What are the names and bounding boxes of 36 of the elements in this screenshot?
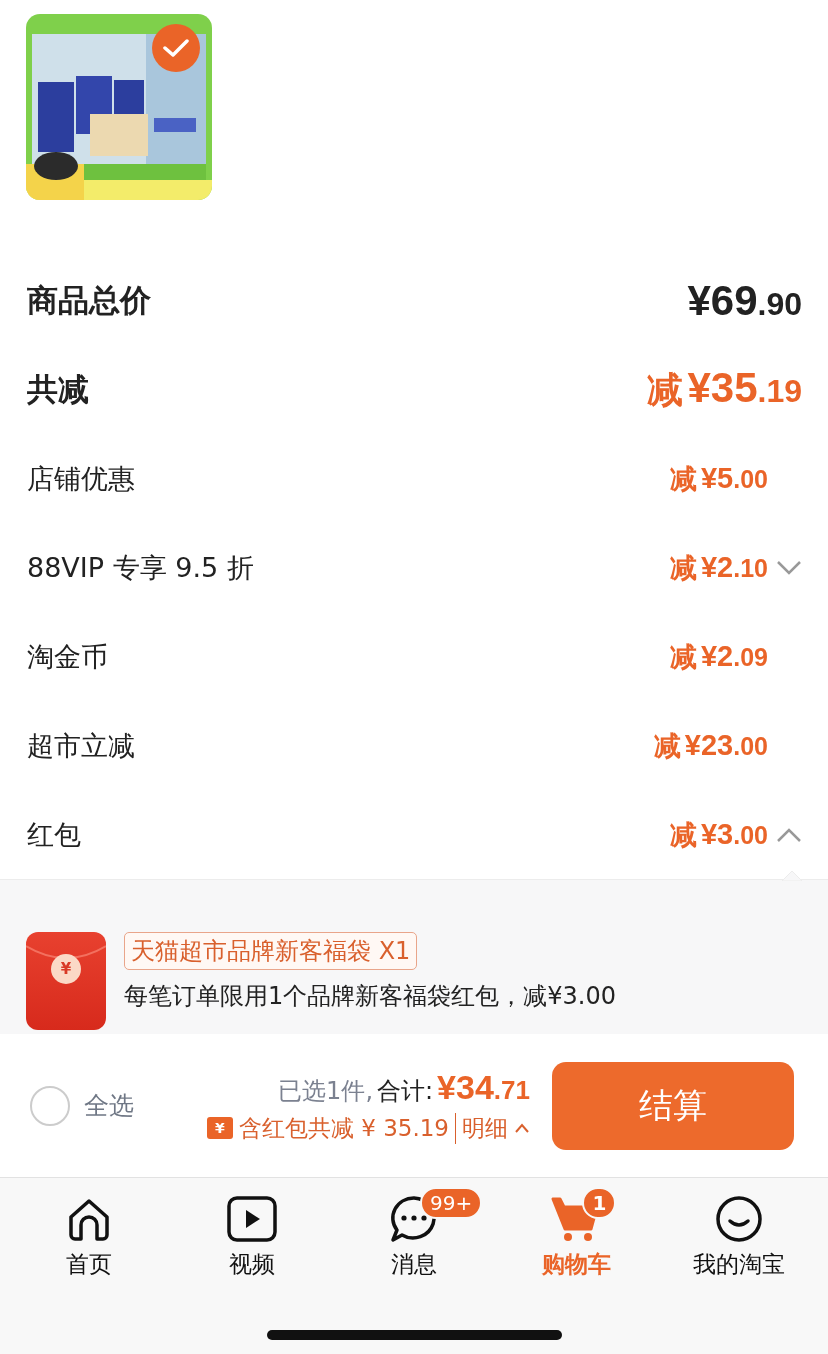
- coupon-ticket-icon: ¥: [206, 1117, 233, 1139]
- price-amount: 减¥23.00: [653, 727, 768, 763]
- tab-bar-item[interactable]: 视频: [170, 1192, 333, 1282]
- coupon-tag: 天猫超市品牌新客福袋 X1: [124, 932, 418, 970]
- savings-text: 含红包共减 ¥ 35.19: [238, 1113, 449, 1143]
- price-amount: ¥69.90: [687, 276, 802, 325]
- summary-label: 88VIP 专享 9.5 折: [27, 550, 254, 585]
- selected-count: 已选1件,: [278, 1075, 373, 1107]
- envelope-icon: ¥: [26, 932, 106, 1030]
- details-button[interactable]: 明细: [455, 1112, 530, 1144]
- price-amount: 减¥2.10: [669, 549, 768, 585]
- summary-label: 共减: [27, 369, 89, 409]
- tab-bar-item[interactable]: 我的淘宝: [657, 1192, 821, 1282]
- summary-label: 超市立减: [27, 728, 135, 763]
- summary-label: 商品总价: [27, 280, 151, 320]
- price-amount: 减¥3.00: [669, 816, 768, 852]
- play-icon: [226, 1196, 277, 1242]
- tab-bar-item[interactable]: 首页: [8, 1192, 171, 1282]
- select-all-label: 全选: [84, 1090, 134, 1122]
- price-amount: 减¥5.00: [669, 460, 768, 496]
- select-all-checkbox[interactable]: 全选: [30, 1085, 134, 1126]
- price-amount: 减¥2.09: [669, 638, 768, 674]
- coupon-description: 每笔订单限用1个品牌新客福袋红包，减¥3.00: [124, 981, 616, 1012]
- summary-label: 淘金币: [27, 639, 108, 674]
- chevron-icon[interactable]: [776, 559, 802, 576]
- count-badge: 1: [582, 1187, 617, 1219]
- total-label: 合计:: [377, 1075, 434, 1107]
- chevron-icon: [514, 1123, 530, 1133]
- radio-circle[interactable]: [30, 1085, 70, 1126]
- summary-label: 店铺优惠: [27, 461, 135, 496]
- total-amount: ¥34.71: [437, 1067, 530, 1107]
- chevron-icon[interactable]: [776, 826, 802, 843]
- smile-icon: [714, 1195, 763, 1243]
- count-badge: 99+: [420, 1187, 483, 1219]
- price-amount: 减¥35.19: [647, 364, 802, 413]
- summary-label: 红包: [27, 817, 81, 852]
